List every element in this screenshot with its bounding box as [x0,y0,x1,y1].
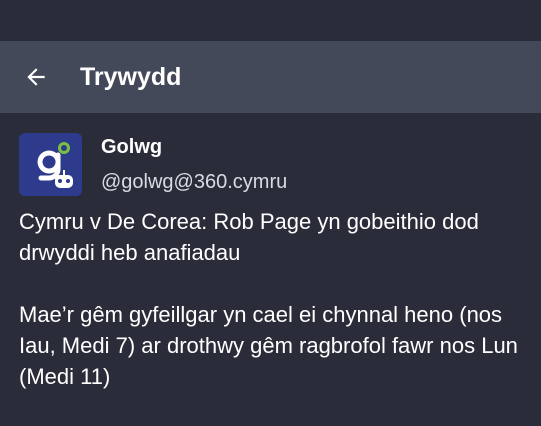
post-paragraph: Cymru v De Corea: Rob Page yn gobeithio … [19,209,479,265]
status-post[interactable]: Golwg @golwg@360.cymru Cymru v De Corea:… [19,133,529,392]
post-body: Cymru v De Corea: Rob Page yn gobeithio … [19,206,524,392]
post-header: Golwg @golwg@360.cymru [19,133,529,196]
account-handle[interactable]: @golwg@360.cymru [101,170,287,194]
page-title: Trywydd [80,62,182,91]
post-paragraph: Mae’r gêm gyfeillgar yn cael ei chynnal … [19,302,518,389]
app-bar: Trywydd [0,41,541,113]
status-bar [0,0,541,41]
avatar[interactable] [19,133,82,196]
back-button[interactable] [0,41,72,113]
display-name[interactable]: Golwg [101,135,287,159]
thread-content[interactable]: Golwg @golwg@360.cymru Cymru v De Corea:… [0,113,541,426]
author-info[interactable]: Golwg @golwg@360.cymru [101,133,287,194]
golwg-logo-icon [19,133,82,196]
arrow-left-icon [23,64,49,90]
